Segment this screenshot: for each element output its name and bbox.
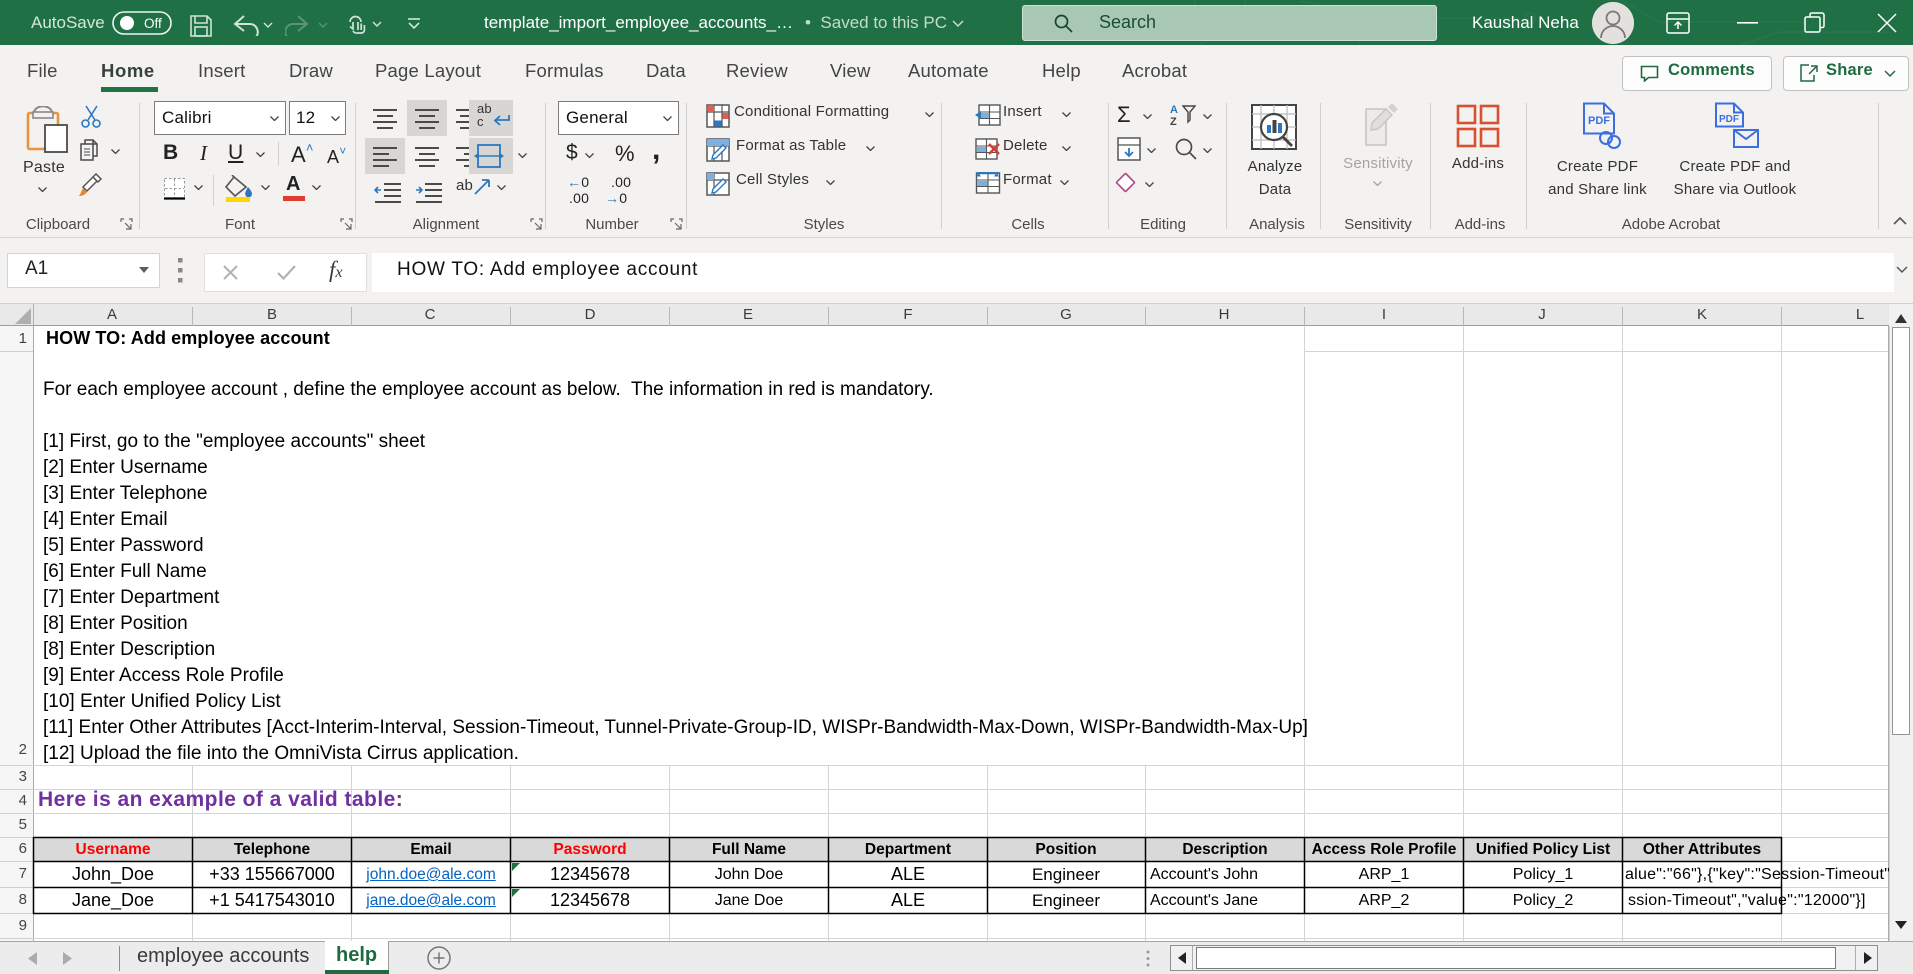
- svg-text:Off: Off: [144, 16, 162, 31]
- svg-text:PDF: PDF: [1588, 115, 1610, 127]
- svg-text:A: A: [1170, 104, 1178, 116]
- svg-text:PDF: PDF: [1719, 114, 1739, 125]
- svg-text:Z: Z: [1170, 116, 1177, 127]
